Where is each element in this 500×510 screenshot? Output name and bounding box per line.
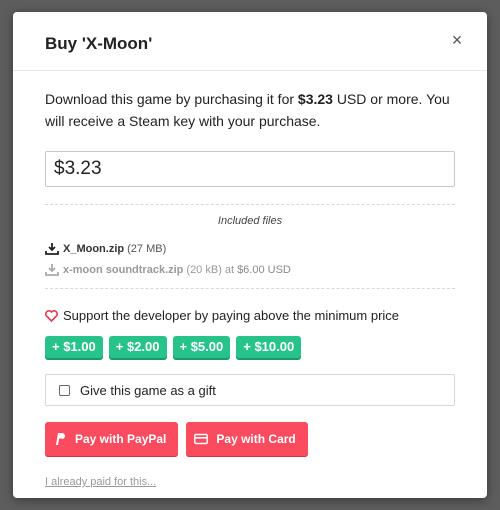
card-label: Pay with Card (216, 432, 296, 446)
download-icon (45, 263, 59, 276)
file-price: $6.00 USD (237, 263, 291, 276)
tip-button-5[interactable]: + $5.00 (172, 336, 231, 358)
gift-checkbox[interactable] (59, 384, 70, 396)
included-files-heading: Included files (217, 215, 283, 227)
tip-button-10[interactable]: + $10.00 (236, 336, 302, 358)
payment-buttons: Pay with PayPal Pay with Card (45, 422, 455, 456)
tip-button-2[interactable]: + $2.00 (108, 336, 167, 358)
file-size: (20 kB) (186, 263, 222, 276)
lead-prefix: Download this game by purchasing it for (45, 91, 298, 107)
file-row: X_Moon.zip (27 MB) (45, 238, 455, 259)
price-input[interactable] (45, 151, 455, 187)
dialog-title: Buy 'X-Moon' (45, 34, 153, 53)
file-size: (27 MB) (127, 242, 167, 255)
gift-option[interactable]: Give this game as a gift (45, 374, 455, 406)
already-paid-link[interactable]: I already paid for this... (45, 476, 455, 488)
lead-price: $3.23 (297, 91, 333, 107)
purchase-description: Download this game by purchasing it for … (45, 88, 455, 132)
tip-button-1[interactable]: + $1.00 (45, 336, 103, 358)
heart-icon (45, 309, 58, 322)
support-developer: Support the developer by paying above th… (45, 308, 455, 323)
file-price-at: at (224, 263, 235, 276)
credit-card-icon (194, 433, 209, 445)
included-files: Included files X_Moon.zip (27 MB) x-moon… (45, 204, 455, 289)
dialog-body: Download this game by purchasing it for … (45, 88, 455, 488)
download-icon (45, 242, 59, 255)
gift-label: Give this game as a gift (80, 382, 216, 398)
pay-with-card-button[interactable]: Pay with Card (186, 422, 308, 456)
file-name: x-moon soundtrack.zip (63, 263, 184, 276)
purchase-dialog: Buy 'X-Moon' × Download this game by pur… (13, 12, 487, 498)
pay-with-paypal-button[interactable]: Pay with PayPal (45, 422, 179, 456)
paypal-label: Pay with PayPal (75, 432, 167, 446)
file-row: x-moon soundtrack.zip (20 kB) at $6.00 U… (45, 259, 455, 280)
close-button[interactable]: × (447, 30, 467, 50)
paypal-icon (56, 433, 65, 445)
dialog-header: Buy 'X-Moon' × (13, 12, 487, 71)
tip-buttons: + $1.00 + $2.00 + $5.00 + $10.00 (45, 336, 455, 358)
support-label: Support the developer by paying above th… (63, 308, 400, 323)
file-name: X_Moon.zip (63, 242, 125, 255)
